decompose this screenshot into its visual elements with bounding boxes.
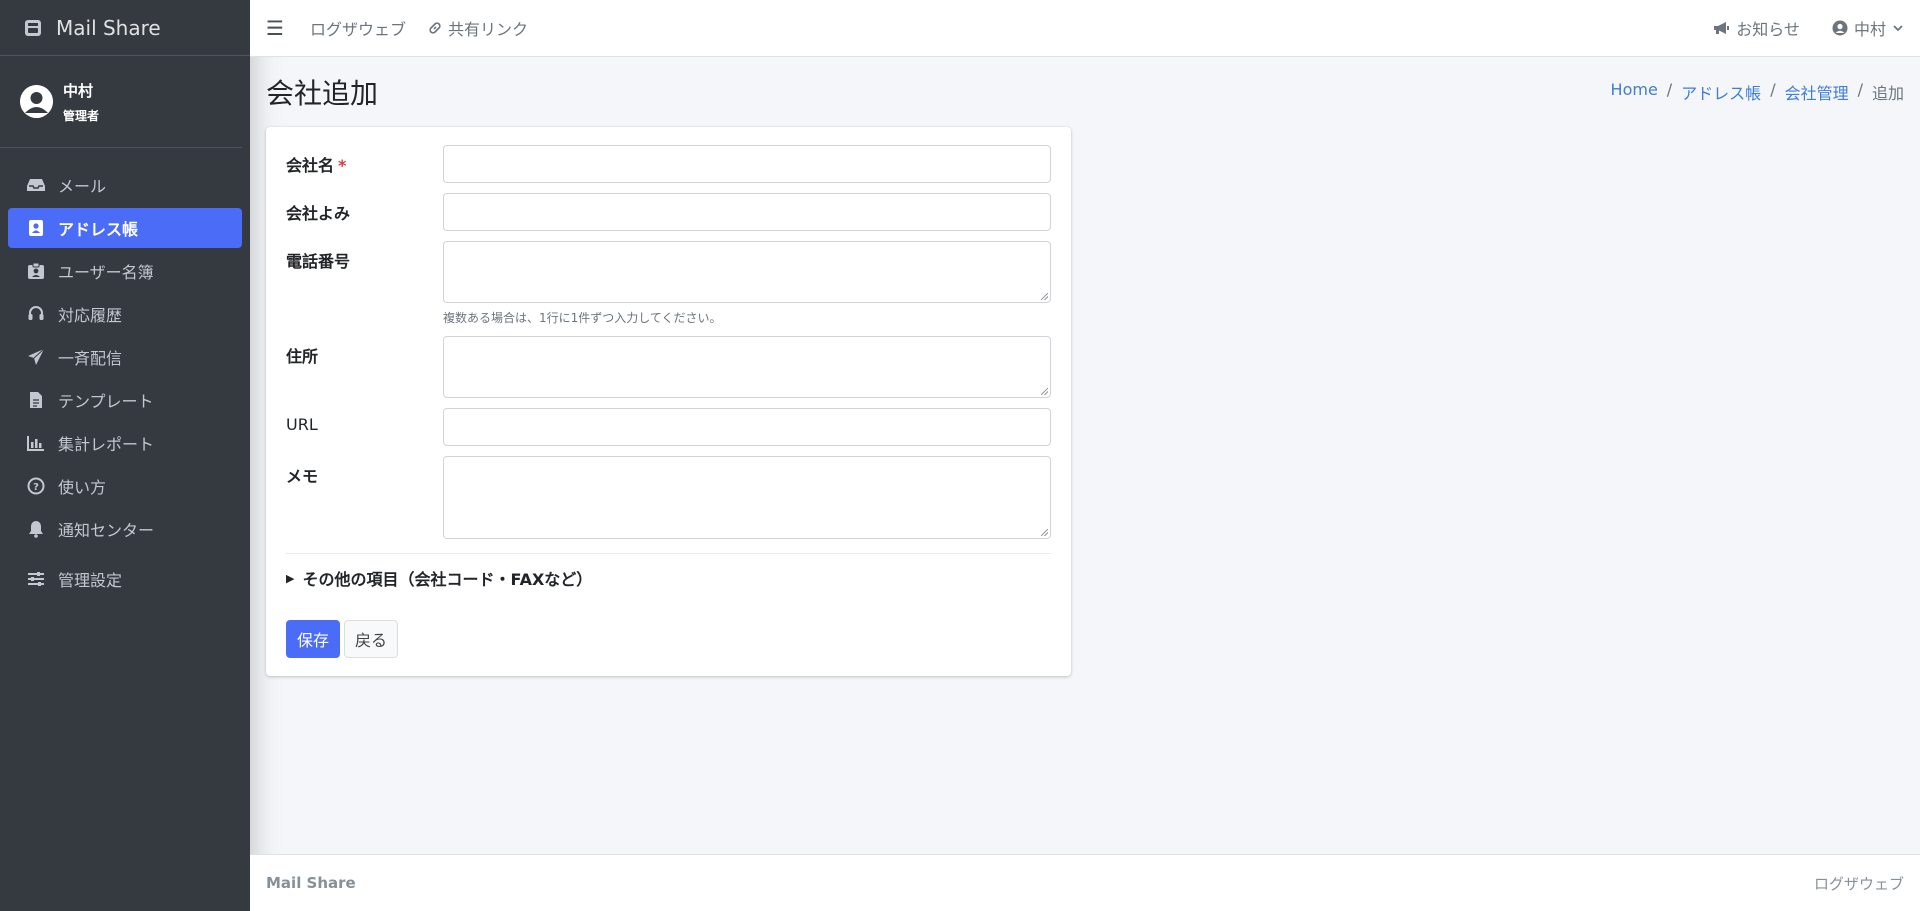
company-name-label: 会社名 *: [286, 156, 347, 175]
sidebar-item-report[interactable]: 集計レポート: [8, 423, 242, 463]
save-button[interactable]: 保存: [286, 620, 341, 658]
shared-link-label: 共有リンク: [448, 20, 529, 39]
bullhorn-icon: [1714, 22, 1730, 34]
sidebar-item-label: アドレス帳: [58, 220, 139, 239]
sidebar-nav: メール アドレス帳 ユーザー名簿 対応履歴 一斉配信 テンプレート 集計レポート…: [0, 148, 250, 599]
sidebar-item-label: テンプレート: [58, 392, 154, 411]
memo-textarea[interactable]: [443, 456, 1051, 539]
sidebar-item-broadcast[interactable]: 一斉配信: [8, 337, 242, 377]
sidebar-item-help[interactable]: ? 使い方: [8, 466, 242, 506]
brand-link[interactable]: Mail Share: [0, 0, 250, 56]
user-circle-icon: [1832, 20, 1848, 36]
sidebar-item-label: 管理設定: [58, 571, 123, 590]
user-menu-dropdown[interactable]: 中村: [1832, 16, 1904, 40]
user-panel[interactable]: 中村 管理者: [0, 56, 242, 148]
form-divider: [286, 553, 1051, 554]
more-fields-toggle[interactable]: ▶ その他の項目（会社コード・FAXなど）: [286, 566, 1051, 590]
required-mark: *: [338, 156, 347, 175]
main-content: 会社追加 Home / アドレス帳 / 会社管理 / 追加 会社名 * 会社よみ …: [250, 57, 1920, 854]
sidebar-item-label: 対応履歴: [58, 306, 123, 325]
address-book-icon: [26, 218, 46, 238]
sidebar-item-history[interactable]: 対応履歴: [8, 294, 242, 334]
bar-chart-icon: [26, 433, 46, 453]
user-avatar-icon: [20, 85, 53, 118]
nav-link-logzaweb[interactable]: ログザウェブ: [310, 16, 406, 40]
breadcrumb-separator: /: [1857, 80, 1863, 99]
phone-label: 電話番号: [286, 252, 351, 271]
url-label: URL: [286, 415, 318, 434]
company-name-input[interactable]: [443, 145, 1051, 183]
sidebar: Mail Share 中村 管理者 メール アドレス帳 ユーザー名簿 対応履歴: [0, 0, 250, 911]
sliders-icon: [26, 569, 46, 589]
id-badge-icon: [26, 261, 46, 281]
paper-plane-icon: [26, 347, 46, 367]
phone-textarea[interactable]: [443, 241, 1051, 303]
svg-text:?: ?: [33, 482, 39, 493]
sidebar-item-user-list[interactable]: ユーザー名簿: [8, 251, 242, 291]
brand-name: Mail Share: [56, 15, 161, 40]
breadcrumb-address-book[interactable]: アドレス帳: [1681, 80, 1761, 104]
breadcrumb: Home / アドレス帳 / 会社管理 / 追加: [1611, 80, 1904, 104]
breadcrumb-home[interactable]: Home: [1611, 80, 1658, 104]
company-form-card: 会社名 * 会社よみ 電話番号 複数ある場合は、1行に1件ずつ入力してください。 …: [266, 127, 1071, 676]
back-button[interactable]: 戻る: [344, 620, 399, 658]
headset-icon: [26, 304, 46, 324]
sidebar-item-template[interactable]: テンプレート: [8, 380, 242, 420]
mail-box-icon: [22, 17, 44, 39]
file-text-icon: [26, 390, 46, 410]
breadcrumb-separator: /: [1666, 80, 1673, 99]
nav-link-shared-link[interactable]: 共有リンク: [428, 16, 528, 40]
question-circle-icon: ?: [26, 476, 46, 496]
sidebar-item-label: メール: [58, 177, 107, 196]
sidebar-item-label: 一斉配信: [58, 349, 123, 368]
notice-link[interactable]: お知らせ: [1712, 16, 1800, 40]
user-role: 管理者: [63, 108, 100, 123]
footer: Mail Share ログザウェブ: [250, 854, 1920, 911]
caret-right-icon: ▶: [286, 571, 295, 585]
sidebar-item-label: 使い方: [58, 478, 107, 497]
breadcrumb-current: 追加: [1871, 84, 1904, 103]
company-kana-label: 会社よみ: [286, 204, 351, 223]
address-label: 住所: [286, 347, 319, 366]
sidebar-item-mail[interactable]: メール: [8, 165, 242, 205]
sidebar-item-admin-settings[interactable]: 管理設定: [8, 559, 242, 599]
memo-label: メモ: [286, 467, 319, 486]
breadcrumb-separator: /: [1770, 80, 1776, 99]
company-kana-input[interactable]: [443, 193, 1051, 231]
address-textarea[interactable]: [443, 336, 1051, 398]
url-input[interactable]: [443, 408, 1051, 446]
more-fields-label: その他の項目（会社コード・FAXなど）: [302, 570, 593, 589]
notice-label: お知らせ: [1736, 20, 1800, 39]
footer-company: ログザウェブ: [1813, 874, 1904, 893]
breadcrumb-company-management[interactable]: 会社管理: [1785, 80, 1849, 104]
sidebar-item-address-book[interactable]: アドレス帳: [8, 208, 242, 248]
phone-help-text: 複数ある場合は、1行に1件ずつ入力してください。: [443, 311, 722, 325]
bell-icon: [26, 519, 46, 539]
sidebar-item-label: ユーザー名簿: [58, 263, 154, 282]
sidebar-item-label: 集計レポート: [58, 435, 155, 454]
inbox-icon: [26, 175, 46, 195]
menu-toggle-icon[interactable]: ☰: [266, 16, 286, 40]
page-title: 会社追加: [266, 77, 379, 110]
chevron-down-icon: [1893, 25, 1903, 32]
sidebar-item-label: 通知センター: [58, 521, 155, 540]
user-menu-label: 中村: [1853, 20, 1886, 39]
link-icon: [429, 22, 441, 34]
user-name: 中村: [63, 81, 94, 100]
sidebar-item-notifications[interactable]: 通知センター: [8, 509, 242, 549]
footer-brand: Mail Share: [266, 874, 356, 892]
top-navbar: ☰ ログザウェブ 共有リンク お知らせ 中村: [250, 0, 1920, 57]
